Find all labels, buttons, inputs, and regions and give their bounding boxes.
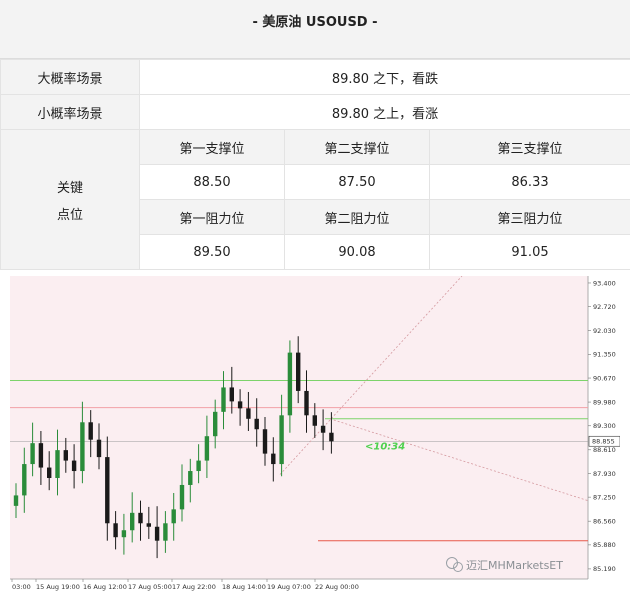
- candle-body: [329, 432, 334, 442]
- candle-body: [320, 425, 326, 433]
- support-header: 第二支撑位: [284, 129, 430, 165]
- candle-body: [229, 387, 234, 402]
- price-chart: 93.400 92.720 92.030 91.350 90.670 89.980 89.3…: [10, 276, 620, 593]
- candle-body: [304, 390, 309, 416]
- candle-body: [121, 530, 127, 538]
- candle-body: [262, 429, 268, 454]
- time-tick-label: 03:00: [12, 583, 31, 591]
- key-levels-label-line: 关键: [56, 180, 83, 196]
- support-header: 第一支撑位: [139, 129, 285, 165]
- price-tick-label: 91.350: [593, 351, 616, 359]
- price-tick-label: 85.190: [593, 565, 616, 573]
- candle-body: [105, 457, 110, 524]
- candle-body: [179, 484, 185, 510]
- candle-body: [246, 408, 251, 419]
- price-tick-label: 87.930: [593, 470, 616, 478]
- scenario-label: 大概率场景: [0, 59, 140, 95]
- candle-body: [113, 523, 118, 538]
- candle-body: [312, 415, 317, 426]
- candle-body: [55, 450, 60, 478]
- scenario-text: 89.80 之下，看跌: [138, 59, 630, 95]
- candle-body: [221, 387, 226, 412]
- candle-body: [296, 352, 301, 391]
- time-tick-label: 17 Aug 05:00: [128, 583, 172, 591]
- key-levels-label-line: 点位: [56, 207, 83, 223]
- price-tick-label: 92.030: [593, 327, 616, 335]
- support-header: 第三支撑位: [428, 129, 630, 165]
- candle-body: [204, 436, 210, 461]
- candle-body: [237, 401, 243, 409]
- candle-body: [47, 467, 52, 478]
- time-tick-label: 15 Aug 19:00: [36, 583, 80, 591]
- resistance-header: 第一阻力位: [139, 199, 285, 235]
- time-tick-label: 17 Aug 22:00: [172, 583, 216, 591]
- candle-body: [30, 443, 35, 465]
- candle-body: [271, 453, 276, 465]
- resistance-value: 89.50: [139, 234, 285, 270]
- candle-body: [196, 460, 201, 472]
- page: - 美原油 USOUSD - 大概率场景 89.80 之下，看跌 小概率场景 8…: [0, 0, 630, 593]
- resistance-header: 第二阻力位: [284, 199, 430, 235]
- price-tick-label: 90.670: [593, 374, 616, 382]
- watermark-text: 迈汇MHMarketsET: [466, 559, 563, 572]
- time-tick-label: 18 Aug 14:00: [222, 583, 266, 591]
- candle-body: [80, 422, 85, 472]
- support-value: 86.33: [428, 164, 630, 200]
- scenario-label: 小概率场景: [0, 94, 140, 130]
- scenario-row-minor: 小概率场景 89.80 之上，看涨: [0, 94, 630, 130]
- resistance-header: 第三阻力位: [428, 199, 630, 235]
- candle-body: [96, 439, 102, 458]
- title-bar: - 美原油 USOUSD -: [0, 0, 630, 59]
- candle-body: [163, 523, 168, 541]
- support-header-row: 关键 点位 第一支撑位 第二支撑位 第三支撑位: [0, 129, 630, 270]
- scenario-text: 89.80 之上，看涨: [138, 94, 630, 130]
- candle-body: [130, 512, 135, 531]
- price-tick-label: 88.610: [593, 446, 616, 454]
- resistance-value: 90.08: [284, 234, 430, 270]
- key-levels-label: 关键 点位: [0, 129, 140, 270]
- candle-body: [254, 418, 259, 430]
- plot-area: [10, 276, 588, 579]
- instrument-title: - 美原油 USOUSD -: [252, 15, 378, 30]
- candle-body: [88, 422, 93, 440]
- price-tick-label: 89.300: [593, 422, 616, 430]
- time-tick-label: 16 Aug 12:00: [83, 583, 127, 591]
- candle-body: [22, 464, 27, 496]
- candle-body: [154, 526, 160, 541]
- candle-body: [287, 352, 293, 416]
- candle-body: [146, 523, 151, 527]
- candle-body: [171, 509, 176, 524]
- price-tick-label: 87.250: [593, 493, 616, 501]
- candle-body: [71, 460, 77, 472]
- candle-body: [188, 471, 193, 485]
- resistance-value: 91.05: [428, 234, 630, 270]
- time-tick-label: 22 Aug 00:00: [315, 583, 359, 591]
- price-tick-label: 89.980: [593, 398, 616, 406]
- candle-body: [138, 512, 143, 524]
- support-value: 87.50: [284, 164, 430, 200]
- scenario-row-major: 大概率场景 89.80 之下，看跌: [0, 59, 630, 95]
- price-tick-label: 92.720: [593, 303, 616, 311]
- candle-body: [213, 411, 218, 437]
- candle-body: [38, 443, 44, 468]
- price-tick-label: 85.880: [593, 541, 616, 549]
- price-tick-label: 86.560: [593, 517, 616, 525]
- analysis-table: 大概率场景 89.80 之下，看跌 小概率场景 89.80 之上，看涨 关键 点…: [0, 59, 630, 270]
- countdown-timer: <10:34: [365, 441, 405, 452]
- chart-canvas: 93.400 92.720 92.030 91.350 90.670 89.980 89.3…: [10, 276, 620, 593]
- support-value: 88.50: [139, 164, 285, 200]
- candle-body: [279, 415, 284, 465]
- current-price-label: 88.855: [592, 438, 615, 446]
- candle-body: [13, 495, 19, 506]
- time-tick-label: 19 Aug 07:00: [267, 583, 311, 591]
- candle-body: [63, 450, 68, 461]
- price-tick-label: 93.400: [593, 279, 616, 287]
